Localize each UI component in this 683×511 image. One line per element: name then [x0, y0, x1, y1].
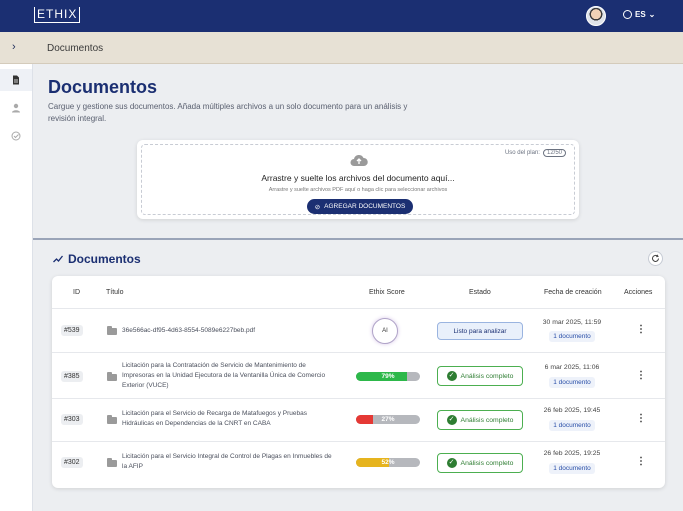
sidebar-toggle-icon[interactable]: › — [12, 41, 16, 53]
check-icon: ✓ — [446, 415, 457, 425]
upload-dropzone[interactable]: Uso del plan: 12/50 Arrastre y suelte lo… — [141, 144, 575, 215]
ethix-score-bar: 27% — [356, 415, 420, 424]
table-row[interactable]: #385 Licitación para la Contratación de … — [52, 352, 665, 398]
sidebar-item-check[interactable] — [0, 125, 32, 147]
user-avatar[interactable] — [586, 6, 606, 26]
ethix-logo[interactable]: ETHIX — [34, 7, 81, 23]
row-title[interactable]: Licitación para el Servicio de Recarga d… — [122, 409, 332, 429]
table-row[interactable]: #303 Licitación para el Servicio de Reca… — [52, 398, 665, 441]
row-id: #539 — [61, 325, 83, 336]
language-selector[interactable]: ES ⌄ — [623, 10, 655, 19]
plan-usage-badge: 12/50 — [542, 149, 566, 157]
analysis-complete-button[interactable]: ✓ Análisis completo — [437, 366, 523, 386]
folder-icon — [107, 372, 117, 381]
document-count-badge[interactable]: 1 documento — [549, 463, 595, 474]
upload-card: Uso del plan: 12/50 Arrastre y suelte lo… — [137, 140, 579, 219]
refresh-icon — [652, 254, 659, 262]
header-score: Ethix Score — [369, 289, 405, 296]
paperclip-icon: ⊘ — [314, 203, 321, 211]
documents-table: ID Título Ethix Score Estado Fecha de cr… — [52, 276, 665, 488]
cloud-upload-icon — [350, 154, 368, 166]
state-label: Listo para analizar — [453, 327, 507, 335]
ethix-score-bar: 79% — [356, 372, 420, 381]
header-title: Título — [106, 289, 124, 296]
documents-section-title: Documentos — [53, 252, 141, 266]
more-actions-icon[interactable]: ⋮ — [636, 324, 646, 335]
score-fill — [356, 415, 374, 424]
row-date: 30 mar 2025, 11:59 — [542, 319, 602, 326]
check-circle-icon — [11, 131, 21, 141]
row-id: #302 — [61, 457, 83, 468]
plan-usage-label: Uso del plan: — [504, 150, 540, 156]
check-icon: ✓ — [446, 371, 457, 381]
ethix-score-bar: 52% — [356, 458, 420, 467]
upload-main-text: Arrastre y suelte los archivos del docum… — [261, 173, 455, 183]
page-subtitle: Cargue y gestione sus documentos. Añada … — [48, 102, 408, 123]
more-actions-icon[interactable]: ⋮ — [636, 370, 646, 381]
sidebar-item-user[interactable] — [0, 97, 32, 119]
more-actions-icon[interactable]: ⋮ — [636, 456, 646, 467]
document-icon — [13, 75, 19, 85]
section-title-label: Documentos — [68, 252, 141, 266]
header-state: Estado — [469, 289, 491, 296]
chevron-down-icon: ⌄ — [648, 10, 656, 19]
check-icon: ✓ — [446, 458, 457, 468]
row-date: 26 feb 2025, 19:25 — [543, 450, 601, 457]
score-label: 79% — [381, 373, 395, 380]
upload-hint-text: Arrastre y suelte archivos PDF aquí o ha… — [268, 187, 448, 193]
state-label: Análisis completo — [460, 372, 514, 380]
document-count-badge[interactable]: 1 documento — [549, 420, 595, 431]
header-id: ID — [73, 289, 80, 296]
more-actions-icon[interactable]: ⋮ — [636, 413, 646, 424]
state-label: Análisis completo — [460, 459, 514, 467]
main-content: Documentos Cargue y gestione sus documen… — [33, 64, 683, 511]
header-date: Fecha de creación — [544, 289, 602, 296]
row-date: 6 mar 2025, 11:06 — [544, 364, 600, 371]
page-title: Documentos — [48, 77, 158, 97]
analysis-complete-button[interactable]: ✓ Análisis completo — [437, 410, 523, 430]
document-count-badge[interactable]: 1 documento — [549, 331, 595, 342]
score-label: 52% — [381, 459, 395, 466]
refresh-button[interactable] — [648, 251, 663, 266]
row-title[interactable]: 36e566ac-df95-4d63-8554-5089e6227beb.pdf — [122, 326, 332, 336]
ready-to-analyze-button[interactable]: Listo para analizar — [437, 322, 523, 340]
language-label: ES — [635, 10, 646, 19]
ai-score-label: AI — [382, 328, 388, 334]
sidebar — [0, 64, 33, 511]
score-label: 27% — [381, 416, 395, 423]
top-bar: ETHIX ES ⌄ — [0, 0, 683, 32]
ai-score-badge[interactable]: AI — [372, 318, 398, 344]
add-documents-label: AGREGAR DOCUMENTOS — [324, 203, 406, 210]
folder-icon — [107, 458, 117, 467]
header-actions: Acciones — [624, 289, 653, 296]
row-id: #303 — [61, 414, 83, 425]
globe-icon — [623, 10, 632, 19]
state-label: Análisis completo — [460, 416, 514, 424]
folder-icon — [107, 326, 117, 335]
row-date: 26 feb 2025, 19:45 — [543, 407, 601, 414]
row-title[interactable]: Licitación para la Contratación de Servi… — [122, 361, 332, 391]
breadcrumb: › Documentos — [0, 32, 683, 64]
table-row[interactable]: #302 Licitación para el Servicio Integra… — [52, 441, 665, 485]
sidebar-item-documents[interactable] — [0, 69, 32, 91]
trending-icon — [53, 255, 63, 263]
add-documents-button[interactable]: ⊘ AGREGAR DOCUMENTOS — [307, 199, 413, 214]
row-id: #385 — [61, 371, 83, 382]
breadcrumb-title: Documentos — [47, 43, 104, 54]
document-count-badge[interactable]: 1 documento — [549, 377, 595, 388]
section-divider — [33, 238, 683, 240]
analysis-complete-button[interactable]: ✓ Análisis completo — [437, 453, 523, 473]
table-row[interactable]: #539 36e566ac-df95-4d63-8554-5089e6227be… — [52, 308, 665, 352]
folder-icon — [107, 415, 117, 424]
user-icon — [12, 103, 20, 113]
plan-usage: Uso del plan: 12/50 — [505, 149, 566, 157]
row-title[interactable]: Licitación para el Servicio Integral de … — [122, 452, 332, 472]
